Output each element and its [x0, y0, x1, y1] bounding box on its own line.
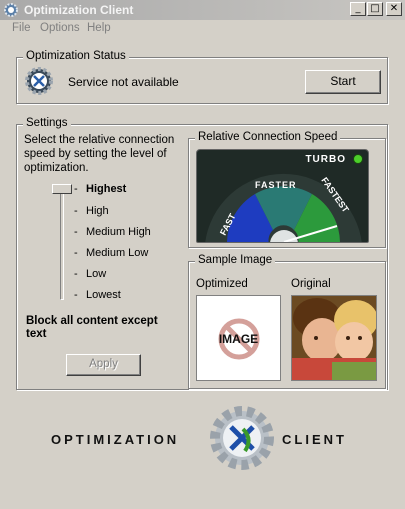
menu-file[interactable]: File — [12, 22, 31, 34]
optimized-label: Optimized — [196, 278, 248, 290]
apply-button[interactable]: Apply — [66, 354, 141, 376]
title-bar: Optimization Client _ □ ✕ — [0, 0, 405, 20]
level-medium-low: - Medium Low — [74, 247, 149, 259]
brand-left-text: OPTIMIZATION — [51, 432, 180, 447]
settings-title: Settings — [23, 117, 71, 129]
turbo-label: TURBO — [305, 154, 346, 165]
window-title: Optimization Client — [24, 3, 134, 17]
level-highest: - Highest — [74, 183, 127, 195]
gear-icon — [4, 3, 18, 17]
start-button[interactable]: Start — [305, 70, 381, 94]
level-high: - High — [74, 205, 109, 217]
level-low: - Low — [74, 268, 107, 280]
level-medium-high: - Medium High — [74, 226, 151, 238]
children-photo — [292, 296, 376, 380]
gauge-label-faster: FASTER — [255, 180, 297, 190]
original-label: Original — [291, 278, 331, 290]
maximize-button[interactable]: □ — [367, 2, 383, 16]
brand-right-text: CLIENT — [282, 432, 347, 447]
optimization-slider-track[interactable] — [60, 190, 64, 300]
close-button[interactable]: ✕ — [386, 2, 402, 16]
speed-gauge: FAST FASTER FASTEST — [205, 173, 362, 242]
level-description: Block all content except text — [26, 315, 158, 340]
menu-options[interactable]: Options — [40, 22, 80, 34]
optimized-image-placeholder: IMAGE — [196, 295, 281, 381]
speed-gauge-panel: TURBO FAST FASTER FASTEST — [196, 149, 369, 243]
service-gear-icon — [25, 67, 53, 95]
sample-image-title: Sample Image — [195, 254, 276, 266]
optimization-status-title: Optimization Status — [23, 50, 129, 62]
menu-help[interactable]: Help — [87, 22, 111, 34]
menu-bar: File Options Help — [0, 20, 405, 38]
original-image — [291, 295, 377, 381]
turbo-indicator-icon — [353, 154, 363, 164]
level-lowest: - Lowest — [74, 289, 121, 301]
optimization-slider-thumb[interactable] — [52, 184, 72, 194]
connection-speed-title: Relative Connection Speed — [195, 131, 341, 143]
image-placeholder-text: IMAGE — [218, 332, 259, 346]
brand-logo-icon — [210, 406, 274, 470]
settings-description: Select the relative connection speed by … — [24, 134, 175, 174]
service-status-text: Service not available — [68, 75, 179, 89]
minimize-button[interactable]: _ — [350, 2, 366, 16]
